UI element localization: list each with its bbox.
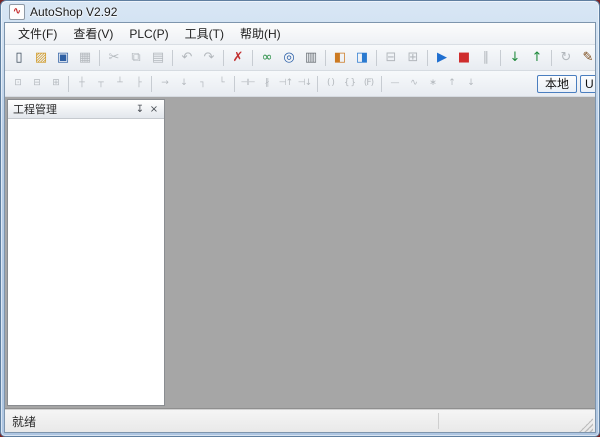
toolbar-separator [500, 49, 501, 66]
contact-falling-button[interactable]: ⊣↓ [295, 74, 314, 93]
coil-button[interactable]: ( ) [321, 74, 340, 93]
toolbar-row-2: ⊡ ⊟ ⊞ ┼ ┬ ┴ ├ → ↓ ┐ └ ⊣⊢ ∦ ⊣↑ ⊣↓( ){ } (F) — ∿ ∗ ↑ ↓ 本地 U [5, 71, 595, 97]
save-button[interactable]: ▣ [52, 48, 74, 68]
edit-button[interactable]: ✎ [577, 48, 595, 68]
save-all-button[interactable]: ▦ [74, 48, 96, 68]
workspace: 工程管理 ↧ × [5, 97, 595, 409]
title-bar[interactable]: ∿ AutoShop V2.92 [4, 1, 596, 22]
toolbar-separator [151, 75, 152, 92]
toolbar-separator [99, 49, 100, 66]
usb-mode-button[interactable]: U [580, 74, 595, 93]
h-line-button[interactable]: — [385, 74, 404, 93]
toolbar-separator [234, 75, 235, 92]
status-bar: 就绪 [5, 409, 595, 432]
insert-row-button[interactable]: ┬ [91, 74, 110, 93]
project-manager-panel: 工程管理 ↧ × [7, 99, 165, 406]
toolbar-separator [172, 49, 173, 66]
toolbar-2-icons: ⊡ ⊟ ⊞ ┼ ┬ ┴ ├ → ↓ ┐ └ ⊣⊢ ∦ ⊣↑ ⊣↓( ){ } (F) — ∿ ∗ ↑ ↓ [8, 74, 480, 93]
open-folder-button[interactable]: ▨ [30, 48, 52, 68]
refresh-button[interactable]: ↻ [555, 48, 577, 68]
resize-grip[interactable] [579, 418, 593, 432]
contact-closed-button[interactable]: ∦ [257, 74, 276, 93]
menu-item[interactable]: 文件(F) [10, 23, 65, 45]
run-button[interactable]: ▶ [431, 48, 453, 68]
contact-open-button[interactable]: ⊣⊢ [238, 74, 257, 93]
stop-button[interactable]: ■ [453, 48, 475, 68]
toolbar-separator [376, 49, 377, 66]
menu-bar: 文件(F) 查看(V) PLC(P) 工具(T) 帮助(H) [5, 23, 595, 45]
view-off-button[interactable]: ⊟ [27, 74, 46, 93]
download-to-plc-button[interactable]: ↓ [504, 48, 526, 68]
app-window: ∿ AutoShop V2.92 文件(F) 查看(V) PLC(P) 工具(T) 帮助… [0, 0, 600, 437]
wire-corner-b-button[interactable]: └ [212, 74, 231, 93]
move-down-button[interactable]: ↓ [461, 74, 480, 93]
delete-button[interactable]: ✗ [227, 48, 249, 68]
select-tool-button[interactable]: ⊡ [8, 74, 27, 93]
move-up-button[interactable]: ↑ [442, 74, 461, 93]
local-mode-button[interactable]: 本地 [536, 74, 577, 93]
monitor-off-button[interactable]: ⊟ [380, 48, 402, 68]
window-cascade-button[interactable]: ◧ [329, 48, 351, 68]
upload-from-plc-button[interactable]: ↑ [526, 48, 548, 68]
insert-cell-button[interactable]: ┼ [72, 74, 91, 93]
project-panel-title: 工程管理 [13, 104, 57, 116]
toolbar-1-icons: ▯▨▣▦✂⧉▤↶↷✗∞◎▥◧◨⊟⊞▶■∥↓↑↻✎◫ [8, 48, 595, 68]
invert-button[interactable]: ∿ [404, 74, 423, 93]
find-button[interactable]: ∞ [256, 48, 278, 68]
status-text: 就绪 [12, 414, 37, 429]
toolbar-separator [252, 49, 253, 66]
copy-button[interactable]: ⧉ [125, 48, 147, 68]
redo-button[interactable]: ↷ [198, 48, 220, 68]
app-frame: 文件(F) 查看(V) PLC(P) 工具(T) 帮助(H) ▯ ▨ ▣ ▦ ✂ ⧉ ▤ ↶ ↷ ✗ ∞ ◎ ▥… [4, 22, 596, 433]
cut-button[interactable]: ✂ [103, 48, 125, 68]
pause-button[interactable]: ∥ [475, 48, 497, 68]
window-tile-button[interactable]: ◨ [351, 48, 373, 68]
toolbar-separator [325, 49, 326, 66]
toolbar-separator [381, 75, 382, 92]
new-file-button[interactable]: ▯ [8, 48, 30, 68]
project-panel-header: 工程管理 ↧ × [8, 100, 164, 119]
wire-corner-a-button[interactable]: ┐ [193, 74, 212, 93]
menu-item[interactable]: 帮助(H) [232, 23, 289, 45]
toolbar-separator [317, 75, 318, 92]
app-logo-icon: ∿ [9, 3, 25, 20]
contact-rising-button[interactable]: ⊣↑ [276, 74, 295, 93]
monitor-on-button[interactable]: ⊞ [402, 48, 424, 68]
toolbar-separator [223, 49, 224, 66]
function-block-button[interactable]: (F) [359, 74, 378, 93]
wire-right-button[interactable]: → [155, 74, 174, 93]
print-button[interactable]: ▥ [300, 48, 322, 68]
delete-row-button[interactable]: ┴ [110, 74, 129, 93]
coil-set-button[interactable]: { } [340, 74, 359, 93]
zoom-button[interactable]: ◎ [278, 48, 300, 68]
pin-icon[interactable]: ↧ [133, 102, 147, 116]
menu-item[interactable]: 查看(V) [65, 23, 121, 45]
star-button[interactable]: ∗ [423, 74, 442, 93]
toolbar-separator [551, 49, 552, 66]
status-separator [438, 413, 439, 429]
close-icon[interactable]: × [147, 102, 161, 116]
paste-button[interactable]: ▤ [147, 48, 169, 68]
menu-item[interactable]: PLC(P) [121, 24, 176, 44]
toolbar-separator [68, 75, 69, 92]
toolbar-row-1: ▯▨▣▦✂⧉▤↶↷✗∞◎▥◧◨⊟⊞▶■∥↓↑↻✎◫ [5, 45, 595, 71]
wire-down-button[interactable]: ↓ [174, 74, 193, 93]
window-title: AutoShop V2.92 [30, 4, 118, 19]
menu-item[interactable]: 工具(T) [177, 23, 232, 45]
view-on-button[interactable]: ⊞ [46, 74, 65, 93]
toolbar-separator [427, 49, 428, 66]
undo-button[interactable]: ↶ [176, 48, 198, 68]
insert-col-button[interactable]: ├ [129, 74, 148, 93]
project-tree-area [8, 119, 164, 405]
